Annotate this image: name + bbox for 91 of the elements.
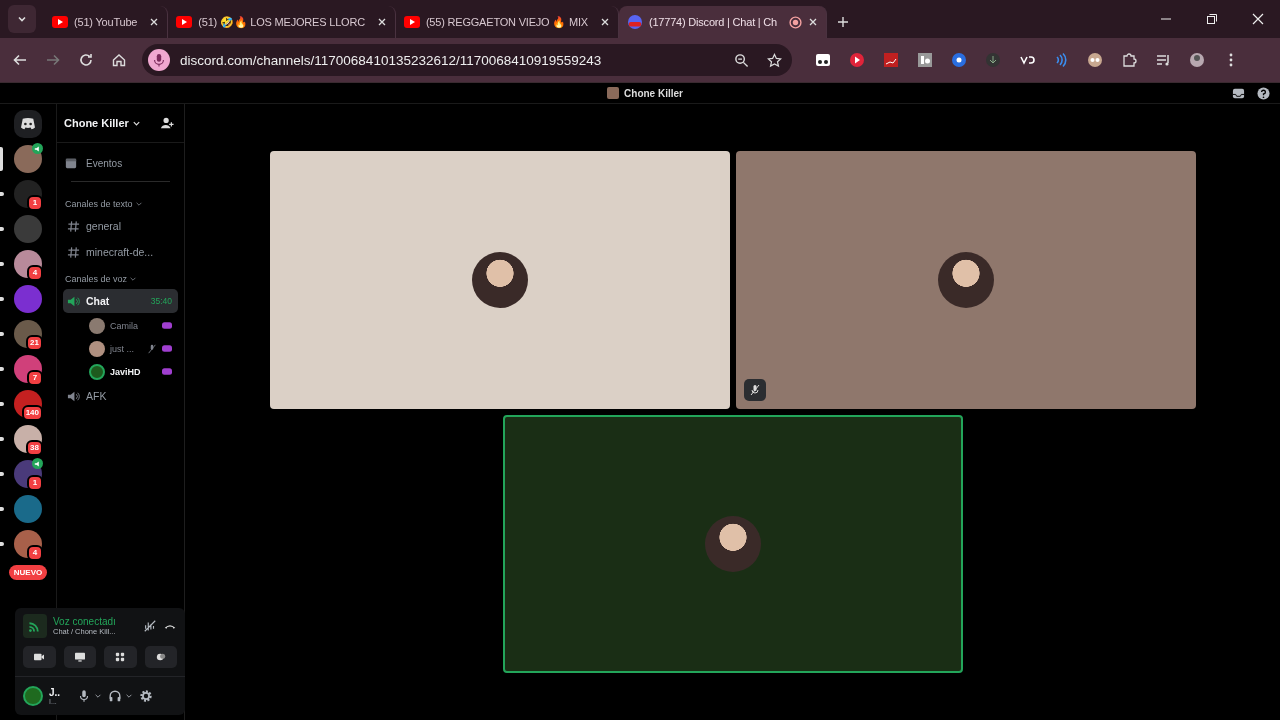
video-tile[interactable] <box>735 151 1196 409</box>
camera-button[interactable] <box>23 646 56 668</box>
microphone-icon[interactable] <box>77 689 91 703</box>
chevron-icon[interactable] <box>125 692 133 700</box>
noise-suppression-icon[interactable] <box>143 619 157 633</box>
connection-icon[interactable] <box>23 614 47 638</box>
mention-badge: 38 <box>26 440 43 456</box>
video-icon <box>176 15 193 29</box>
voice-status[interactable]: Voz conectadı <box>53 616 137 627</box>
mention-badge: 1 <box>27 195 43 211</box>
user-name[interactable]: JaviHD <box>110 366 157 377</box>
avatar-icon <box>626 15 643 29</box>
back-icon[interactable] <box>12 52 28 68</box>
call-timer: 35:40 <box>150 296 172 306</box>
new-badge[interactable]: NUEVO <box>8 565 48 580</box>
mention-badge: 4 <box>27 545 43 561</box>
close-icon[interactable] <box>149 17 160 27</box>
soundboard-icon <box>155 652 166 662</box>
star-icon[interactable] <box>767 52 782 68</box>
restore-icon[interactable] <box>1206 13 1218 25</box>
server-icon <box>607 87 620 99</box>
activity-icon <box>162 322 172 329</box>
activity-icon <box>162 345 172 352</box>
channel-item[interactable]: Chat 35:40 <box>63 289 178 313</box>
close-icon[interactable] <box>1252 13 1264 25</box>
record-icon <box>789 15 803 29</box>
user-name[interactable]: J.. <box>49 687 71 698</box>
add-member-icon[interactable] <box>160 116 174 130</box>
activities-button[interactable] <box>104 646 137 668</box>
video-tile[interactable] <box>269 151 730 409</box>
category-label[interactable]: Canales de texto <box>65 199 133 209</box>
channel-item[interactable]: AFK <box>63 384 178 408</box>
user-name[interactable]: Camila <box>110 320 157 331</box>
video-icon <box>403 15 420 29</box>
media-icon[interactable] <box>1155 52 1171 68</box>
browser-tab[interactable]: (17774) Discord | Chat | Ch <box>618 6 828 38</box>
chart-icon[interactable] <box>883 52 899 68</box>
close-icon[interactable] <box>599 17 610 27</box>
window-title: Chone Killer <box>624 87 683 99</box>
inbox-icon[interactable] <box>1232 86 1245 100</box>
screen-share-button[interactable] <box>63 646 96 668</box>
user-avatar[interactable] <box>23 686 43 706</box>
help-icon[interactable] <box>1257 86 1270 100</box>
zoom-icon[interactable] <box>734 52 749 68</box>
video-icon <box>52 15 68 29</box>
video-tile[interactable] <box>502 415 963 673</box>
mention-badge: 21 <box>26 335 43 351</box>
camera-icon <box>33 652 46 662</box>
controller-icon <box>19 117 37 131</box>
profile-icon[interactable] <box>1189 52 1205 68</box>
reload-icon[interactable] <box>78 52 94 68</box>
settings-icon[interactable] <box>139 689 153 703</box>
play-icon[interactable] <box>849 52 865 68</box>
headphones-icon[interactable] <box>108 689 122 703</box>
server-name[interactable]: Chone Killer <box>64 117 129 129</box>
hash-icon <box>67 219 80 233</box>
user-avatar[interactable] <box>89 363 105 380</box>
hash-icon <box>67 245 80 259</box>
address-bar[interactable]: discord.com/channels/1170068410135232612/1170068410919559243 <box>142 44 792 76</box>
puzzle-icon[interactable] <box>1121 52 1137 68</box>
extension-icon[interactable] <box>1087 52 1103 68</box>
download-icon[interactable] <box>985 52 1001 68</box>
calendar-icon <box>65 157 77 169</box>
screen-icon <box>73 652 86 662</box>
microphone-icon[interactable] <box>148 49 170 71</box>
category-label[interactable]: Canales de voz <box>65 274 128 284</box>
mention-badge: 4 <box>27 265 43 281</box>
chevron-icon[interactable] <box>94 692 102 700</box>
user-name[interactable]: just ... <box>110 343 142 354</box>
events-item[interactable]: Eventos <box>63 143 178 177</box>
new-tab-icon[interactable] <box>837 16 850 28</box>
user-avatar[interactable] <box>89 317 105 334</box>
channel-item[interactable]: minecraft-de... <box>63 240 178 264</box>
server-icon[interactable] <box>14 145 42 173</box>
soundboard-button[interactable] <box>144 646 177 668</box>
activity-icon <box>162 368 172 375</box>
home-icon[interactable] <box>111 52 127 68</box>
user-avatar[interactable] <box>89 340 105 357</box>
close-icon[interactable] <box>808 17 819 27</box>
channel-item[interactable]: general <box>63 214 178 238</box>
mention-badge: 1 <box>27 475 43 491</box>
forward-icon[interactable] <box>45 52 61 68</box>
extension-icon[interactable] <box>951 52 967 68</box>
home-button[interactable] <box>14 110 42 138</box>
grid-icon <box>115 652 126 662</box>
mention-badge: 140 <box>21 405 43 421</box>
extension-icon[interactable] <box>815 52 831 68</box>
close-icon[interactable] <box>376 17 387 27</box>
mention-badge: 7 <box>27 370 43 386</box>
extension-icon[interactable] <box>917 52 933 68</box>
chevron-icon <box>17 14 27 24</box>
